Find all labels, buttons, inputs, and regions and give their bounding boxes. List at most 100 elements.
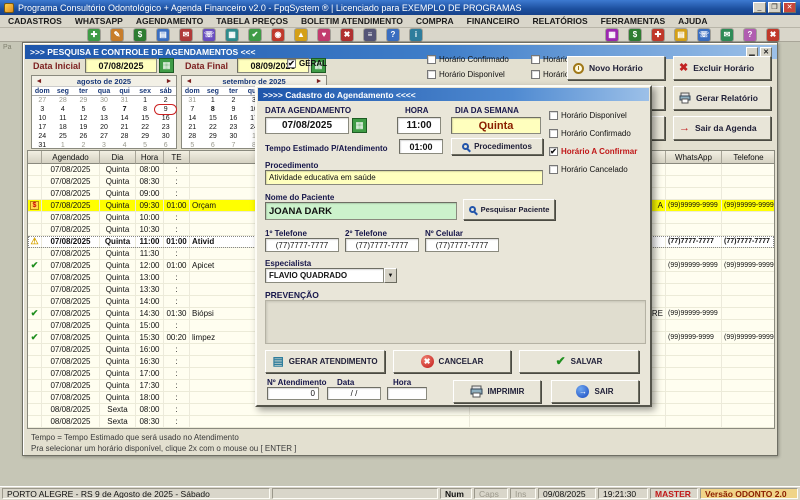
toolbar-icon[interactable]: ☏ bbox=[203, 29, 215, 41]
chevron-down-icon[interactable]: ▼ bbox=[384, 268, 397, 283]
tel1-field[interactable]: (77)7777-7777 bbox=[265, 238, 339, 252]
calendar-day[interactable]: 25 bbox=[53, 132, 74, 141]
calendar-day[interactable]: 10 bbox=[32, 114, 53, 123]
toolbar-icon[interactable]: ? bbox=[744, 29, 756, 41]
calendar-day[interactable]: 16 bbox=[155, 114, 176, 123]
calendar-day[interactable]: 30 bbox=[155, 132, 176, 141]
calendar-day[interactable]: 14 bbox=[182, 114, 203, 123]
dialog-status-check[interactable]: Horário Confirmado bbox=[549, 129, 637, 138]
especialista-select[interactable]: FLAVIO QUADRADO ▼ bbox=[265, 268, 397, 283]
calendar-day[interactable]: 23 bbox=[223, 123, 244, 132]
calendar-day[interactable]: 30 bbox=[94, 96, 115, 105]
calendar-day[interactable]: 4 bbox=[114, 141, 135, 150]
calendar-day[interactable]: 28 bbox=[53, 96, 74, 105]
checkbox-icon[interactable]: ✔ bbox=[287, 59, 296, 68]
calendar-day[interactable]: 27 bbox=[32, 96, 53, 105]
calendar-day[interactable]: 5 bbox=[73, 105, 94, 114]
toolbar-icon[interactable]: ✔ bbox=[249, 29, 261, 41]
calendar-day[interactable]: 15 bbox=[203, 114, 224, 123]
checkbox-icon[interactable] bbox=[549, 111, 558, 120]
calendar-prev-icon[interactable]: ◄ bbox=[182, 76, 196, 87]
salvar-button[interactable]: ✔ SALVAR bbox=[519, 350, 639, 373]
menu-item-relat-rios[interactable]: RELATÓRIOS bbox=[533, 16, 588, 26]
calendar-day[interactable]: 18 bbox=[53, 123, 74, 132]
menu-item-ajuda[interactable]: AJUDA bbox=[678, 16, 707, 26]
calendar-day[interactable]: 9 bbox=[155, 105, 176, 114]
calendar-day[interactable]: 20 bbox=[94, 123, 115, 132]
checkbox-icon[interactable] bbox=[427, 70, 436, 79]
calendar-day[interactable]: 9 bbox=[223, 105, 244, 114]
calendar-day[interactable]: 4 bbox=[53, 105, 74, 114]
gerar-relatorio-button[interactable]: Gerar Relatório bbox=[673, 86, 771, 110]
novo-horario-button[interactable]: Novo Horário bbox=[567, 56, 665, 80]
calendar-day[interactable]: 30 bbox=[223, 132, 244, 141]
checkbox-icon[interactable] bbox=[531, 55, 540, 64]
calendar-day[interactable]: 31 bbox=[114, 96, 135, 105]
toolbar-icon[interactable]: ♥ bbox=[318, 29, 330, 41]
toolbar-icon[interactable]: ◉ bbox=[272, 29, 284, 41]
checkbox-icon[interactable] bbox=[549, 129, 558, 138]
table-row[interactable]: 08/08/2025Sexta08:30: bbox=[28, 416, 774, 428]
calendar-day[interactable]: 2 bbox=[223, 96, 244, 105]
dialog-sair-button[interactable]: → SAIR bbox=[551, 380, 639, 403]
data-inicial-field[interactable]: 07/08/2025 bbox=[85, 58, 157, 73]
hora-field[interactable]: 11:00 bbox=[397, 117, 441, 134]
calendar-day[interactable]: 2 bbox=[155, 96, 176, 105]
menu-item-agendamento[interactable]: AGENDAMENTO bbox=[136, 16, 203, 26]
toolbar-icon[interactable]: ? bbox=[387, 29, 399, 41]
calendar-day[interactable]: 7 bbox=[114, 105, 135, 114]
calendar-day[interactable]: 3 bbox=[32, 105, 53, 114]
calendar-day[interactable]: 14 bbox=[114, 114, 135, 123]
data-agendamento-field[interactable]: 07/08/2025 bbox=[265, 117, 349, 134]
toolbar-icon[interactable]: ▦ bbox=[606, 29, 618, 41]
calendar-day[interactable]: 15 bbox=[135, 114, 156, 123]
imprimir-button[interactable]: IMPRIMIR bbox=[453, 380, 541, 403]
calendar-day[interactable]: 6 bbox=[94, 105, 115, 114]
calendar-agosto[interactable]: ◄ agosto de 2025 ► domsegterquaquisexsáb… bbox=[31, 75, 177, 149]
toolbar-icon[interactable]: ☏ bbox=[698, 29, 710, 41]
toolbar-icon[interactable]: ✎ bbox=[111, 29, 123, 41]
filter-horario-confirmado[interactable]: Horário Confirmado bbox=[427, 55, 509, 64]
calendar-day[interactable]: 1 bbox=[203, 96, 224, 105]
calendar-day[interactable]: 16 bbox=[223, 114, 244, 123]
menu-item-cadastros[interactable]: CADASTROS bbox=[8, 16, 62, 26]
calendar-day[interactable]: 1 bbox=[135, 96, 156, 105]
calendar-day[interactable]: 28 bbox=[182, 132, 203, 141]
dialog-calendar-button[interactable]: ▦ bbox=[352, 118, 367, 133]
calendar-day[interactable]: 12 bbox=[73, 114, 94, 123]
calendar-day[interactable]: 13 bbox=[94, 114, 115, 123]
procedimento-field[interactable]: Atividade educativa em saúde bbox=[265, 170, 543, 185]
excluir-horario-button[interactable]: ✖ Excluir Horário bbox=[673, 56, 771, 80]
column-header[interactable]: Agendado bbox=[42, 151, 100, 164]
menu-item-boletim-atendimento[interactable]: BOLETIM ATENDIMENTO bbox=[301, 16, 403, 26]
calendar-day[interactable]: 29 bbox=[135, 132, 156, 141]
calendar-day[interactable]: 5 bbox=[182, 141, 203, 150]
dialog-status-check[interactable]: ✔Horário A Confirmar bbox=[549, 147, 637, 156]
column-header[interactable]: TE bbox=[164, 151, 190, 164]
calendar-day[interactable]: 2 bbox=[73, 141, 94, 150]
menu-item-compra[interactable]: COMPRA bbox=[416, 16, 454, 26]
calendar-day[interactable]: 22 bbox=[135, 123, 156, 132]
toolbar-icon[interactable]: ▲ bbox=[295, 29, 307, 41]
calendar-day[interactable]: 22 bbox=[203, 123, 224, 132]
tempo-estimado-field[interactable]: 01:00 bbox=[399, 139, 443, 154]
toolbar-icon[interactable]: i bbox=[410, 29, 422, 41]
toolbar-icon[interactable]: $ bbox=[629, 29, 641, 41]
toolbar-icon[interactable]: ▤ bbox=[157, 29, 169, 41]
maximize-button[interactable]: ❐ bbox=[768, 2, 781, 13]
calendar-day[interactable]: 7 bbox=[223, 141, 244, 150]
sair-da-agenda-button[interactable]: → Sair da Agenda bbox=[673, 116, 771, 140]
toolbar-icon[interactable]: $ bbox=[134, 29, 146, 41]
calendar-grid[interactable]: 2728293031123456789101112131415161718192… bbox=[32, 96, 176, 150]
column-header[interactable]: Dia bbox=[100, 151, 136, 164]
calendar-day[interactable]: 1 bbox=[53, 141, 74, 150]
hora2-field[interactable] bbox=[387, 387, 427, 400]
calendar-day[interactable]: 29 bbox=[203, 132, 224, 141]
calendar-next-icon[interactable]: ► bbox=[162, 76, 176, 87]
calendar-day[interactable]: 31 bbox=[32, 141, 53, 150]
menu-item-whatsapp[interactable]: WHATSAPP bbox=[75, 16, 123, 26]
checkbox-icon[interactable] bbox=[531, 70, 540, 79]
calendar-day[interactable]: 28 bbox=[114, 132, 135, 141]
cancelar-button[interactable]: ✖ CANCELAR bbox=[393, 350, 511, 373]
calendar-day[interactable]: 8 bbox=[135, 105, 156, 114]
